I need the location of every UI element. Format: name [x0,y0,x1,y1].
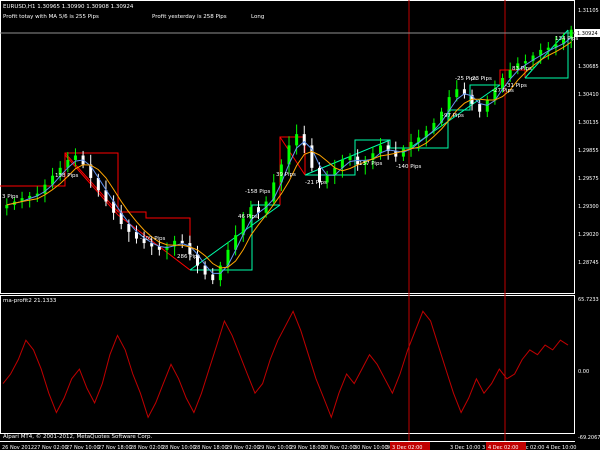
pip-label: -137 Pips [357,161,382,167]
pip-label: 3 Pips [2,194,18,200]
time-axis-label: 29 Nov 02:00 [226,445,260,450]
candle-body [211,274,215,281]
time-axis-label: 30 Nov 10:00 [354,445,388,450]
candle-body [180,240,184,244]
candle-body [73,155,77,160]
indicator-axis-label: -69.2067 [578,435,600,441]
candle-body [401,148,405,157]
time-axis-label: 27 Nov 10:00 [66,445,100,450]
candle-body [485,100,489,112]
pip-label: 83 Pips [512,66,532,72]
candle-body [5,204,9,209]
current-price-label: 1.30924 [577,31,598,37]
trade-box [0,152,119,212]
indicator-line [2,310,569,419]
price-axis-label: 1.30135 [578,120,599,126]
indicator-panel-frame [0,295,575,434]
time-axis-label: 28 Nov 02:00 [130,445,164,450]
pip-label: 134 Pips [555,36,578,42]
candle-body [417,137,421,143]
time-axis-label: 30 Nov 02:00 [322,445,356,450]
trade-boxes [0,29,569,271]
time-axis-label: 26 Nov 2012 [2,445,34,450]
candle-body [478,103,482,112]
indicator-axis-label: 65.7233 [578,297,599,303]
pip-label: 46 Pips [238,214,258,220]
time-axis-label: 29 Nov 18:00 [290,445,324,450]
time-axis-label: 4 Dec 10:00 [546,445,576,450]
indicator-axis-label: 0.00 [578,369,589,375]
time-axis-label: 29 Nov 10:00 [258,445,292,450]
price-axis-label: 1.29300 [578,204,599,210]
price-axis-label: 1.29020 [578,232,599,238]
price-axis-label: 1.30685 [578,64,599,70]
price-axis-label: 1.28745 [578,260,599,266]
pip-label: -109 Pips [140,236,165,242]
pip-label: 286 Pips [177,254,200,260]
chart-canvas[interactable]: 1.30924 1.31105 1.30685 1.30410 1.30135 1.29… [0,0,600,450]
time-axis-label: 28 Nov 10:00 [162,445,196,450]
price-axis-label: 1.31105 [578,8,599,14]
candle-body [127,223,131,232]
pip-label: -21 Pips [305,180,327,186]
time-axis-highlight-label: 3 Dec 02:00 [392,445,422,450]
candle-body [203,265,207,275]
time-axis-label: 3 Dec 10:00 [450,445,480,450]
candle-body [455,89,459,98]
candle-body [302,134,306,146]
pip-label: -97 Pips [442,113,464,119]
pip-label: -158 Pips [245,189,270,195]
price-axis-label: 1.29855 [578,148,599,154]
pip-label: 138 Pips [55,173,78,179]
price-axis-label: 1.30410 [578,92,599,98]
pip-label: 39 Pips [276,172,296,178]
candle-body [188,243,192,255]
time-axis-label: 28 Nov 18:00 [194,445,228,450]
time-axis-highlight-label: 4 Dec 02:00 [488,445,518,450]
time-axis-label: 27 Nov 18:00 [98,445,132,450]
time-axis-label: 27 Nov 02:00 [34,445,68,450]
candle-body [295,134,299,146]
pip-label: -25 Pips [455,76,477,82]
pip-label: -140 Pips [396,164,421,170]
candle-body [348,156,352,160]
candle-body [523,61,527,64]
pip-label: -27 Pips [492,88,514,94]
price-axis-label: 1.29575 [578,176,599,182]
candle-body [546,47,550,50]
trade-box [279,136,306,205]
